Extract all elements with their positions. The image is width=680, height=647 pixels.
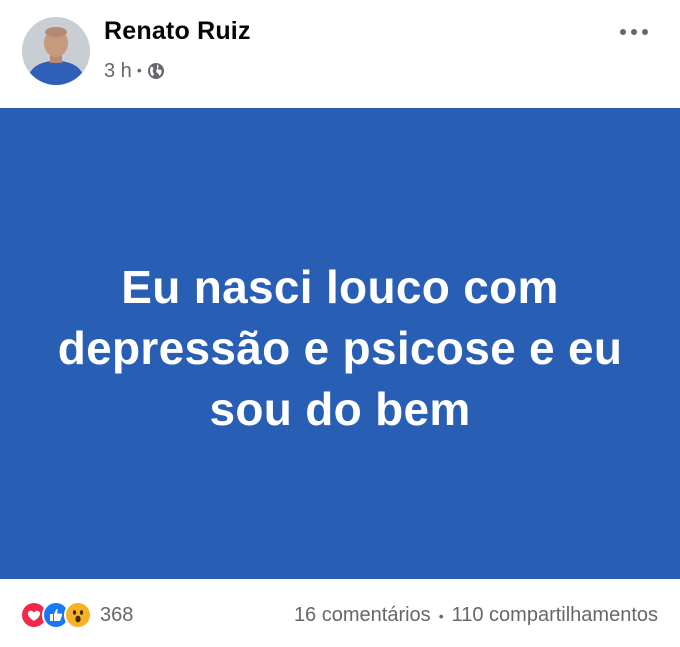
more-horizontal-icon xyxy=(620,29,648,35)
post-timestamp[interactable]: 3 h xyxy=(104,60,132,83)
globe-icon[interactable] xyxy=(147,62,165,80)
reactions-summary[interactable]: 368 xyxy=(20,601,133,629)
post-text: Eu nasci louco com depressão e psicose e… xyxy=(57,261,623,435)
post-footer: 368 16 comentários • 110 compartilhament… xyxy=(0,579,680,647)
comments-count-link[interactable]: 16 comentários xyxy=(294,604,431,627)
avatar-image xyxy=(22,17,90,85)
post-header: Renato Ruiz 3 h • xyxy=(0,0,680,108)
engagement-separator: • xyxy=(438,607,444,624)
avatar[interactable] xyxy=(22,17,90,85)
more-options-button[interactable] xyxy=(616,20,652,44)
author-name[interactable]: Renato Ruiz xyxy=(104,17,251,46)
post-content[interactable]: Eu nasci louco com depressão e psicose e… xyxy=(0,108,680,579)
shares-count-link[interactable]: 110 compartilhamentos xyxy=(452,604,658,627)
reaction-count: 368 xyxy=(100,603,134,626)
post-meta: 3 h • xyxy=(104,58,165,84)
wow-reaction-icon xyxy=(64,601,92,629)
meta-separator: • xyxy=(136,62,142,78)
engagement-summary: 16 comentários • 110 compartilhamentos xyxy=(294,604,658,627)
